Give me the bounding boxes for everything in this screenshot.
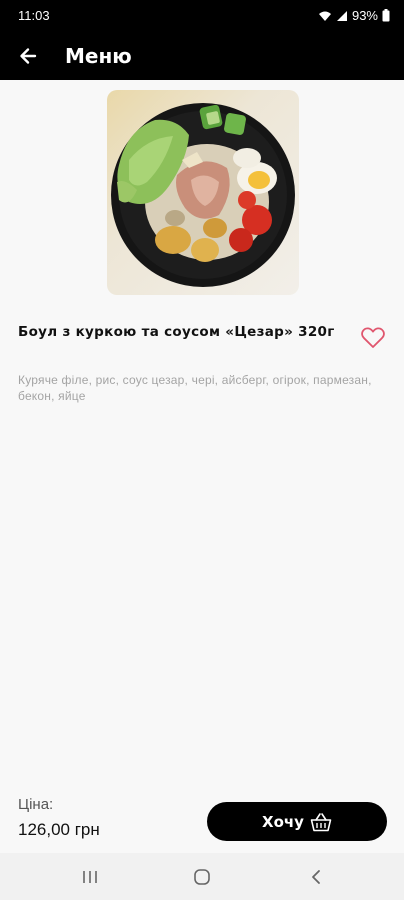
heart-icon <box>361 327 385 348</box>
product-description: Куряче філе, рис, соус цезар, чері, айсб… <box>18 373 372 403</box>
want-button[interactable]: Хочу <box>207 802 387 841</box>
product-name: Боул з куркою та соусом «Цезар» 320г <box>18 324 335 340</box>
battery-icon <box>382 9 390 22</box>
want-button-label: Хочу <box>262 812 304 831</box>
system-nav-bar <box>0 853 404 900</box>
page-title: Меню <box>65 44 132 68</box>
price-value: 126,00 грн <box>18 820 100 839</box>
recent-apps-icon <box>83 871 97 883</box>
product-details: Боул з куркою та соусом «Цезар» 320г Кур… <box>0 80 404 853</box>
arrow-left-icon <box>20 48 37 64</box>
basket-icon <box>310 812 332 831</box>
battery-percent: 93% <box>351 8 378 23</box>
status-icons: 93% <box>318 8 390 23</box>
product-image <box>107 90 299 295</box>
back-nav-button[interactable] <box>302 863 330 891</box>
back-button[interactable] <box>12 40 44 72</box>
app-bar: Меню <box>0 32 404 80</box>
recent-apps-button[interactable] <box>76 863 104 891</box>
chevron-left-icon <box>312 870 320 884</box>
salad-bowl-image <box>111 103 295 287</box>
home-icon <box>194 869 210 885</box>
favorite-button[interactable] <box>359 324 387 352</box>
price-label: Ціна: <box>18 796 54 813</box>
status-bar: 11:03 93% <box>0 0 404 32</box>
status-time: 11:03 <box>18 8 50 23</box>
home-button[interactable] <box>188 863 216 891</box>
signal-icon <box>336 10 347 21</box>
wifi-icon <box>318 11 331 21</box>
